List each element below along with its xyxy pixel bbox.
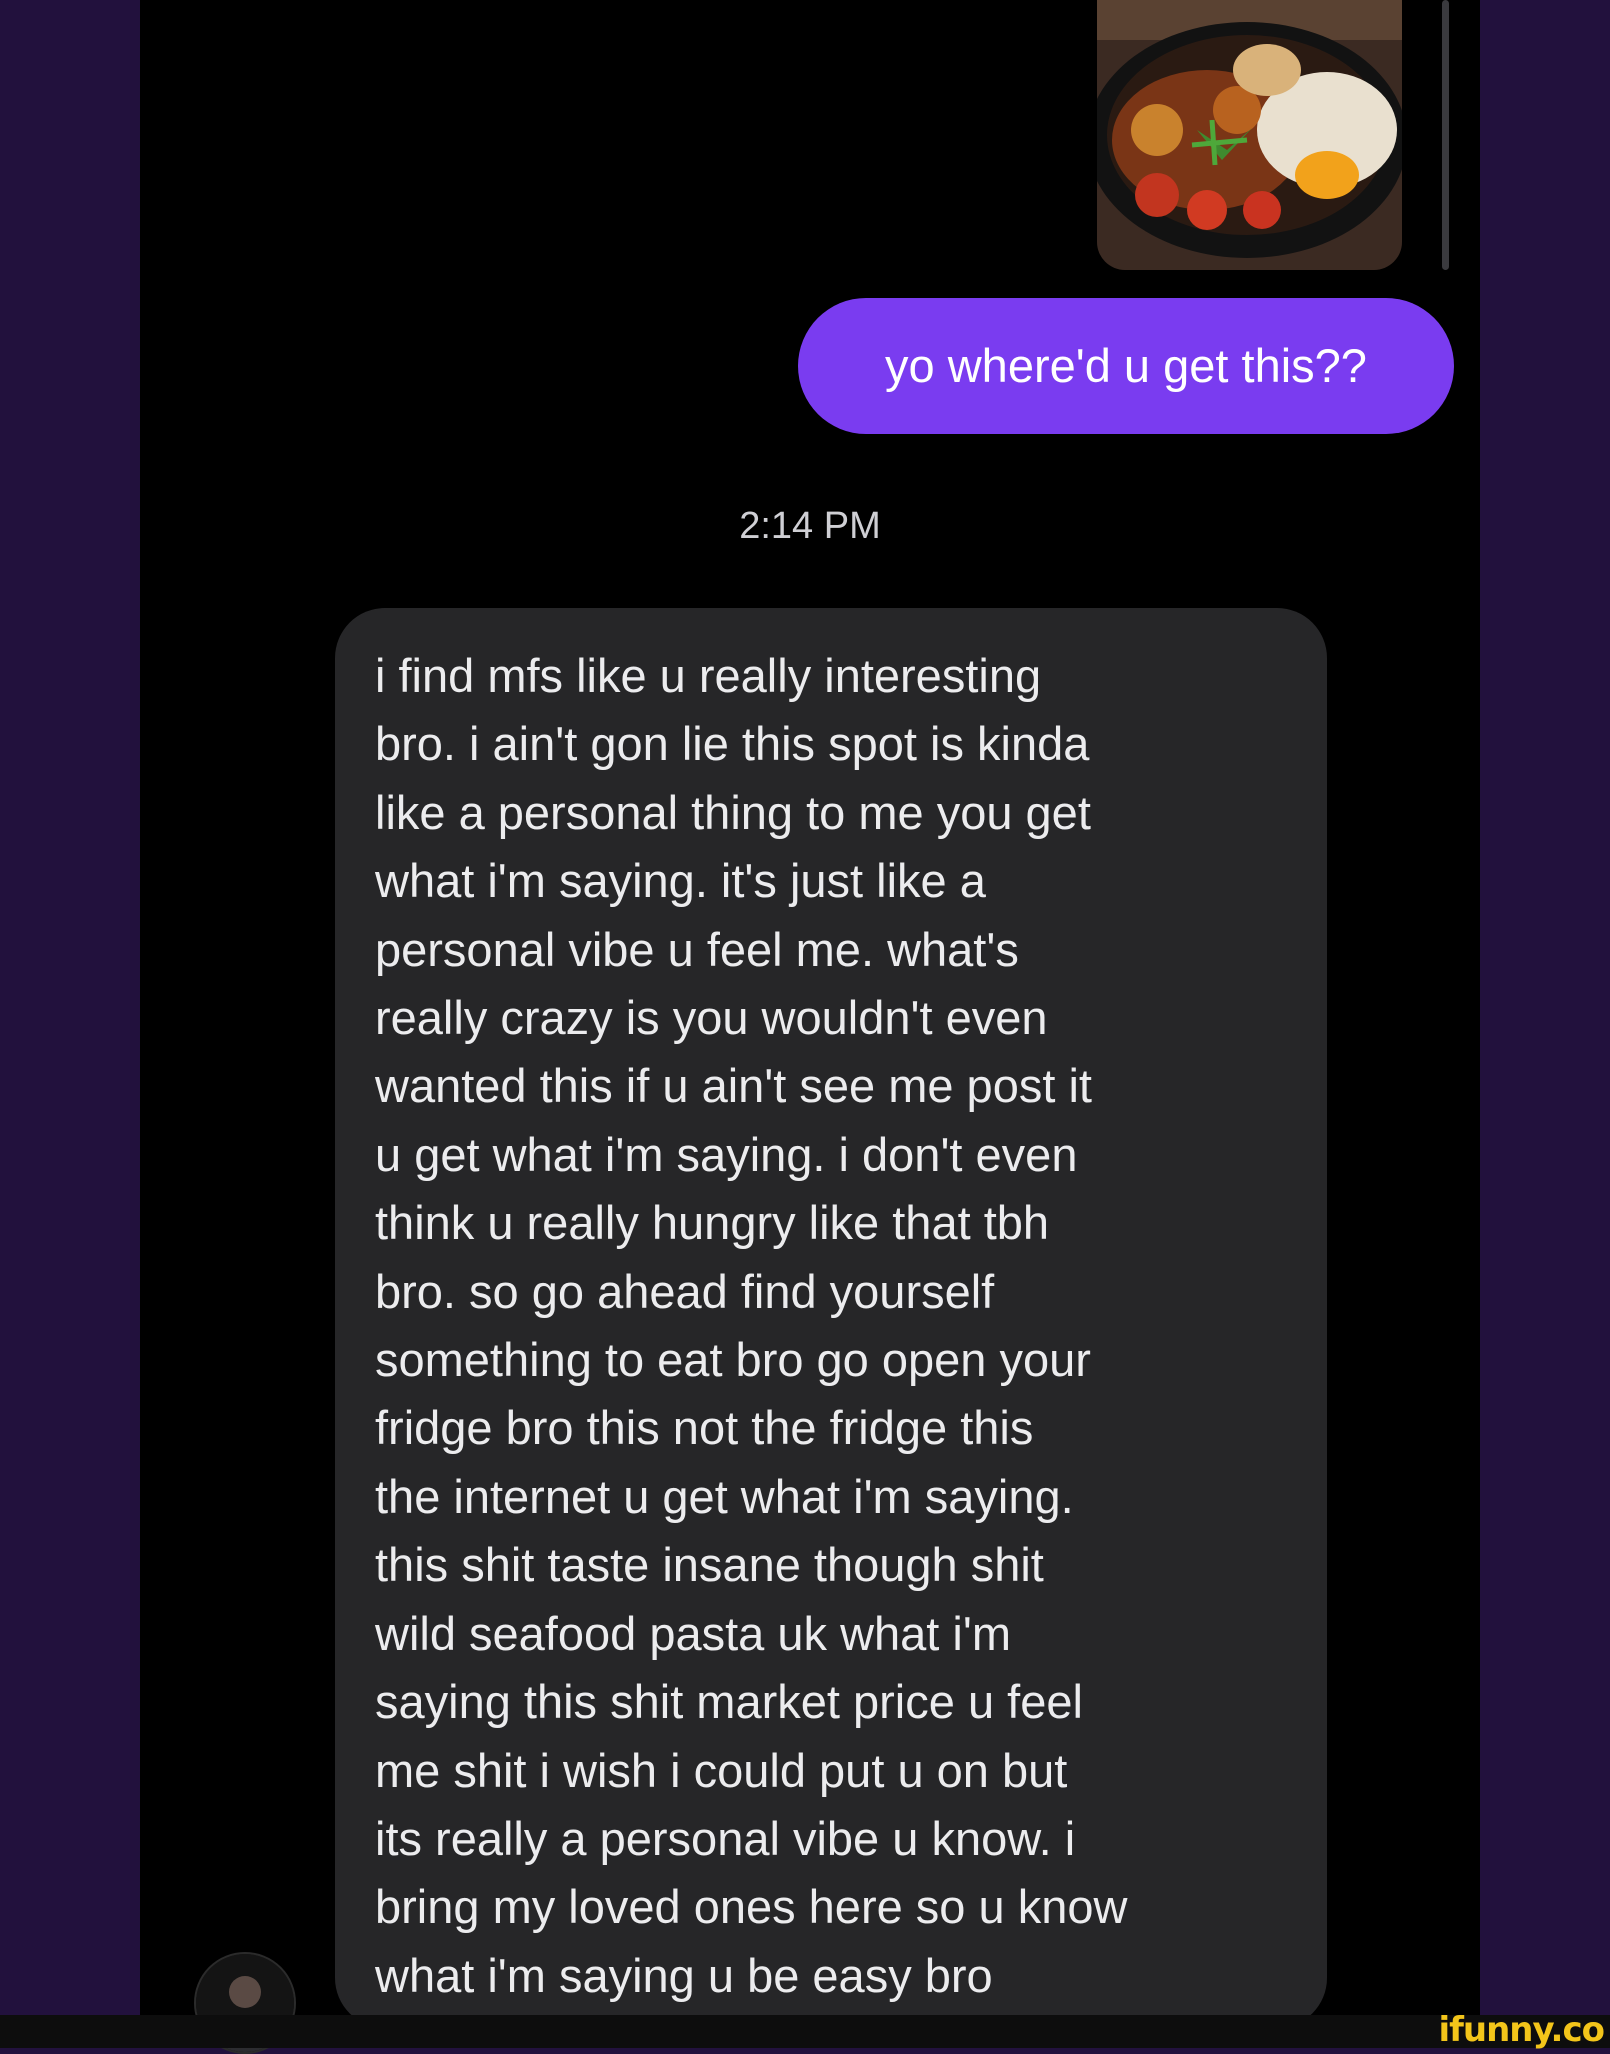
incoming-message-line: wild seafood pasta uk what i'm <box>375 1606 1011 1660</box>
incoming-message-line: fridge bro this not the fridge this <box>375 1401 1034 1455</box>
left-background-panel <box>0 0 140 2048</box>
message-timestamp: 2:14 PM <box>739 505 881 547</box>
outgoing-message-bubble[interactable]: yo where'd u get this?? <box>798 298 1454 434</box>
incoming-message-line: bro. so go ahead find yourself <box>375 1264 995 1318</box>
ifunny-watermark: ifunny.co <box>1438 2010 1605 2050</box>
incoming-message-line: what i'm saying. it's just like a <box>375 854 986 908</box>
incoming-message-line: i find mfs like u really interesting <box>375 649 1042 702</box>
incoming-message-line: bro. i ain't gon lie this spot is kinda <box>375 717 1090 771</box>
scrollbar[interactable] <box>1442 0 1449 270</box>
incoming-message-line: u get what i'm saying. i don't even <box>375 1127 1078 1181</box>
shared-food-photo[interactable] <box>1097 0 1402 270</box>
incoming-message-line: really crazy is you wouldn't even <box>375 991 1048 1045</box>
right-background-panel <box>1480 0 1610 2048</box>
incoming-message-bubble[interactable]: i find mfs like u really interesting bro… <box>335 608 1327 2028</box>
incoming-message-line: personal vibe u feel me. what's <box>375 922 1019 976</box>
incoming-message-line: like a personal thing to me you get <box>375 785 1091 839</box>
incoming-message-line: this shit taste insane though shit <box>375 1538 1044 1592</box>
incoming-message-line: something to eat bro go open your <box>375 1333 1091 1387</box>
incoming-message-line: the internet u get what i'm saying. <box>375 1469 1074 1523</box>
incoming-message-line: its really a personal vibe u know. i <box>375 1811 1076 1865</box>
bottom-bar <box>0 2015 1610 2048</box>
food-skillet-icon <box>1097 0 1402 270</box>
incoming-message-line: bring my loved ones here so u know <box>375 1880 1128 1934</box>
outgoing-message-text: yo where'd u get this?? <box>885 339 1367 392</box>
incoming-message-line: wanted this if u ain't see me post it <box>375 1059 1092 1113</box>
incoming-message-line: me shit i wish i could put u on but <box>375 1743 1068 1797</box>
incoming-message-line: think u really hungry like that tbh <box>375 1196 1050 1250</box>
incoming-message-line: saying this shit market price u feel <box>375 1675 1083 1729</box>
incoming-message-line: what i'm saying u be easy bro <box>375 1948 993 2002</box>
